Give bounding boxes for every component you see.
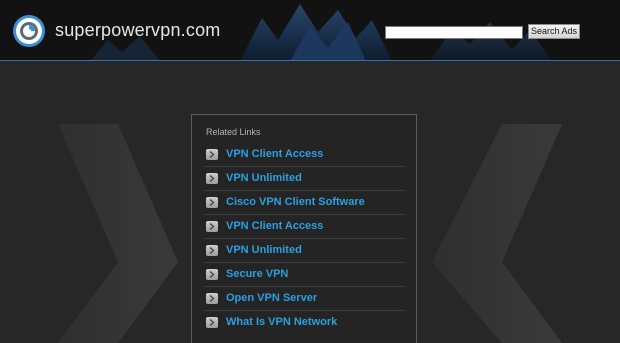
related-link[interactable]: Open VPN Server xyxy=(226,292,317,304)
header-bar: superpowervpn.com Search Ads xyxy=(0,0,620,61)
header-divider xyxy=(0,60,620,61)
list-item[interactable]: Cisco VPN Client Software xyxy=(204,191,405,215)
list-item[interactable]: VPN Unlimited xyxy=(204,167,405,191)
related-links-list: VPN Client Access VPN Unlimited Cisco VP… xyxy=(204,143,405,335)
related-link[interactable]: Cisco VPN Client Software xyxy=(226,196,365,208)
chevron-right-icon xyxy=(206,197,218,208)
chevron-right-icon xyxy=(206,293,218,304)
related-link[interactable]: VPN Unlimited xyxy=(226,172,302,184)
list-item[interactable]: VPN Unlimited xyxy=(204,239,405,263)
related-link[interactable]: Secure VPN xyxy=(226,268,288,280)
list-item[interactable]: What Is VPN Network xyxy=(204,311,405,335)
list-item[interactable]: VPN Client Access xyxy=(204,215,405,239)
related-link[interactable]: VPN Client Access xyxy=(226,220,323,232)
related-links-panel: Related Links VPN Client Access VPN Unli… xyxy=(191,114,417,343)
related-link[interactable]: VPN Unlimited xyxy=(226,244,302,256)
chevron-right-icon xyxy=(206,173,218,184)
list-item[interactable]: Secure VPN xyxy=(204,263,405,287)
chevron-right-icon xyxy=(206,269,218,280)
related-links-title: Related Links xyxy=(206,127,261,137)
power-swirl-logo-icon[interactable] xyxy=(12,14,46,48)
site-title[interactable]: superpowervpn.com xyxy=(55,20,220,41)
chevron-right-icon xyxy=(206,245,218,256)
list-item[interactable]: Open VPN Server xyxy=(204,287,405,311)
list-item[interactable]: VPN Client Access xyxy=(204,143,405,167)
chevron-right-icon xyxy=(206,149,218,160)
chevron-right-icon xyxy=(206,317,218,328)
page: superpowervpn.com Search Ads Related Lin… xyxy=(0,0,620,343)
chevron-right-icon xyxy=(206,221,218,232)
related-link[interactable]: What Is VPN Network xyxy=(226,316,337,328)
search-input[interactable] xyxy=(385,26,523,39)
search-ads-button[interactable]: Search Ads xyxy=(528,24,580,39)
related-link[interactable]: VPN Client Access xyxy=(226,148,323,160)
